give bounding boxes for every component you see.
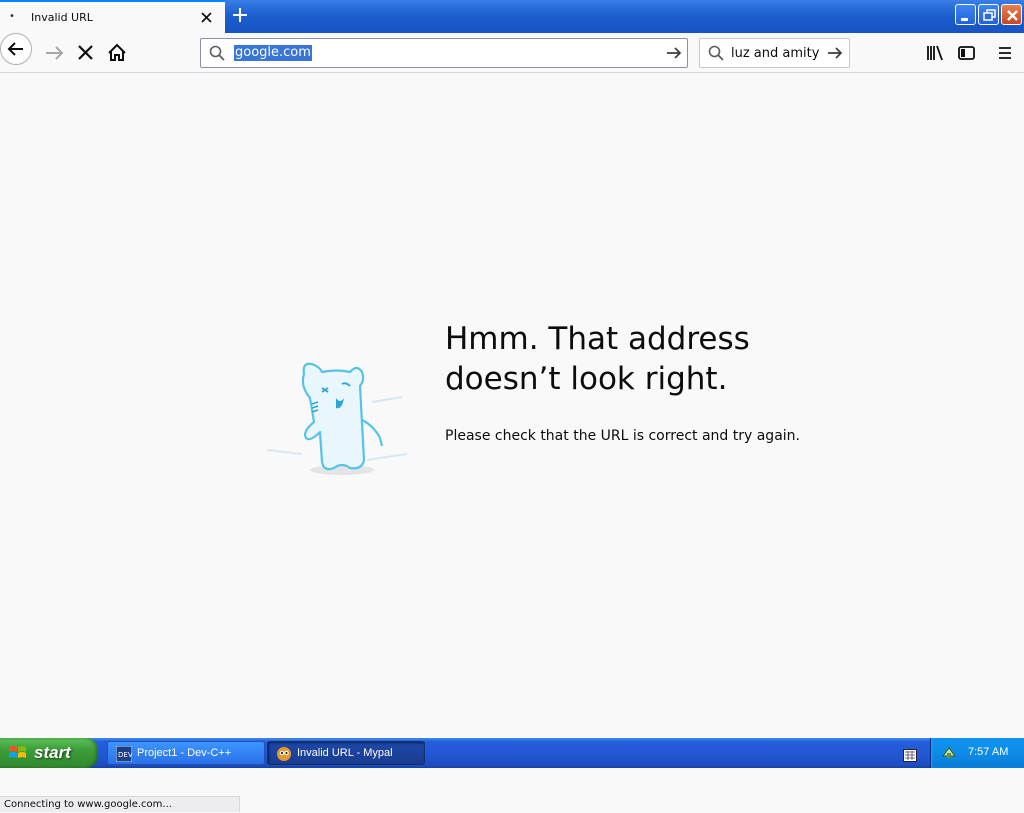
error-description: Please check that the URL is correct and… — [445, 428, 800, 444]
tab-close-icon[interactable] — [198, 6, 216, 28]
minimize-button[interactable] — [955, 4, 976, 25]
url-bar[interactable]: google.com — [200, 38, 688, 68]
menu-button[interactable] — [989, 37, 1021, 69]
error-title: Hmm. That address doesn’t look right. — [445, 321, 750, 397]
confused-dinosaur-illustration — [262, 342, 412, 482]
page-content: Hmm. That address doesn’t look right. Pl… — [0, 74, 1024, 812]
windows-logo-icon — [8, 744, 28, 766]
status-bar: Connecting to www.google.com... — [0, 796, 240, 812]
devcpp-icon: DEV — [115, 745, 133, 763]
stop-button[interactable] — [70, 37, 102, 69]
navigation-toolbar: google.com luz and amity — [0, 33, 1024, 73]
close-window-button[interactable] — [1001, 4, 1022, 25]
forward-button[interactable] — [38, 37, 70, 69]
library-button[interactable] — [920, 37, 952, 69]
taskbar: start DEV Project1 - Dev-C++ Invalid URL… — [0, 738, 1024, 768]
mypal-icon — [276, 746, 292, 762]
search-input[interactable]: luz and amity — [731, 46, 819, 61]
search-icon — [707, 44, 725, 66]
svg-text:DEV: DEV — [118, 751, 132, 759]
taskbar-item-label: Invalid URL - Mypal — [297, 747, 393, 759]
sidebar-toggle-button[interactable] — [950, 37, 982, 69]
taskbar-item-mypal[interactable]: Invalid URL - Mypal — [267, 741, 425, 765]
tab-invalid-url[interactable]: • Invalid URL — [0, 0, 225, 33]
taskbar-item-devcpp[interactable]: DEV Project1 - Dev-C++ — [107, 741, 265, 765]
keyboard-language-icon[interactable] — [903, 747, 917, 766]
network-tray-icon[interactable] — [941, 744, 957, 764]
go-arrow-icon[interactable] — [664, 44, 684, 66]
start-label: start — [34, 743, 71, 762]
system-tray: 7:57 AM — [930, 738, 1024, 768]
new-tab-button[interactable] — [229, 4, 251, 26]
tab-title: Invalid URL — [31, 11, 93, 24]
back-button[interactable] — [0, 33, 32, 65]
url-input[interactable]: google.com — [234, 45, 312, 61]
title-bar: • Invalid URL — [0, 0, 1024, 33]
search-bar[interactable]: luz and amity — [699, 38, 850, 68]
taskbar-item-label: Project1 - Dev-C++ — [137, 747, 232, 759]
start-button[interactable]: start — [0, 738, 98, 768]
search-go-arrow-icon[interactable] — [825, 44, 845, 66]
tab-loading-dot-icon: • — [9, 11, 15, 22]
clock: 7:57 AM — [968, 746, 1009, 758]
search-icon — [208, 44, 226, 66]
home-button[interactable] — [101, 37, 133, 69]
restore-button[interactable] — [978, 4, 999, 25]
